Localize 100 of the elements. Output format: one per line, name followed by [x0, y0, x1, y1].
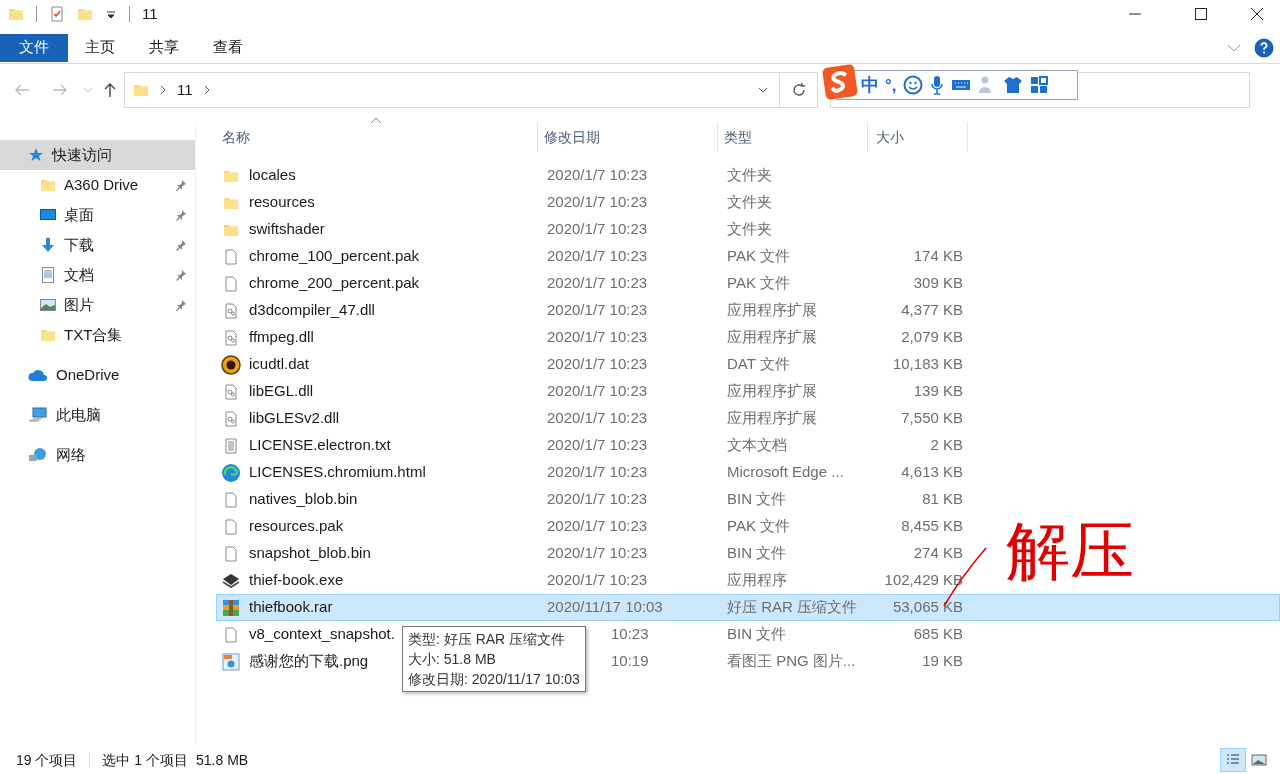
- file-icon: [223, 491, 239, 508]
- file-row[interactable]: LICENSES.chromium.html 2020/1/7 10:23 Microsoft Edge ... 4,613 KB: [216, 459, 1280, 486]
- file-row[interactable]: LICENSE.electron.txt 2020/1/7 10:23 文本文档 2 KB: [216, 432, 1280, 459]
- file-icon: [223, 518, 239, 535]
- sort-caret-icon: [370, 116, 382, 124]
- ribbon-tab[interactable]: 主页: [68, 33, 132, 62]
- file-name: libEGL.dll: [249, 381, 314, 402]
- file-name[interactable]: 感谢您的下载.png: [249, 650, 369, 673]
- star-icon: [28, 147, 44, 163]
- file-name: LICENSES.chromium.html: [249, 462, 426, 483]
- gear-file-icon: [223, 302, 239, 319]
- size-cell-text: 174 KB: [912, 246, 964, 267]
- file-row[interactable]: icudtl.dat 2020/1/7 10:23 DAT 文件 10,183 KB: [216, 351, 1280, 378]
- close-icon: [1251, 8, 1263, 20]
- logo-icon[interactable]: [822, 64, 858, 100]
- file-row[interactable]: natives_blob.bin 2020/1/7 10:23 BIN 文件 81 KB: [216, 486, 1280, 513]
- sidebar-item[interactable]: 下载: [0, 230, 195, 260]
- file-row[interactable]: swiftshader 2020/1/7 10:23 文件夹: [216, 216, 1280, 243]
- file-name: thiefbook.rar: [249, 597, 333, 618]
- file-name: LICENSE.electron.txt: [249, 435, 391, 456]
- file-icon: [223, 545, 239, 562]
- sidebar-item[interactable]: OneDrive: [0, 360, 195, 390]
- sidebar-item[interactable]: A360 Drive: [0, 170, 195, 200]
- file-name[interactable]: v8_context_snapshot.: [249, 623, 395, 646]
- caret-icon[interactable]: [105, 8, 117, 20]
- type-cell-text: 应用程序扩展: [727, 381, 817, 402]
- date-cell-text: 2020/1/7 10:23: [547, 219, 649, 240]
- file-name: locales: [249, 165, 296, 186]
- file-name: d3dcompiler_47.dll: [249, 300, 375, 321]
- file-name: resources: [249, 192, 315, 213]
- file-icon: [223, 275, 239, 292]
- sidebar-item[interactable]: 网络: [0, 440, 195, 470]
- refresh-button[interactable]: [780, 72, 818, 108]
- sidebar-item[interactable]: 文档: [0, 260, 195, 290]
- type-cell-text: BIN 文件: [727, 543, 787, 564]
- ribbon-tab[interactable]: 查看: [196, 33, 260, 62]
- breadcrumb[interactable]: 11: [177, 78, 193, 102]
- date-cell-text: 2020/1/7 10:23: [547, 381, 649, 402]
- gear-file-icon: [223, 410, 239, 427]
- shirt-icon[interactable]: [1002, 75, 1023, 95]
- date-cell-text: 2020/1/7 10:23: [547, 246, 649, 267]
- size-cell-text: 53,065 KB: [891, 597, 964, 618]
- column-header[interactable]: 名称: [216, 122, 538, 152]
- sidebar-item[interactable]: 图片: [0, 290, 195, 320]
- type-cell-text: 应用程序扩展: [727, 408, 817, 429]
- help-icon[interactable]: [1254, 37, 1274, 58]
- file-row[interactable]: resources 2020/1/7 10:23 文件夹: [216, 189, 1280, 216]
- file-name: chrome_100_percent.pak: [249, 246, 420, 267]
- file-row[interactable]: chrome_200_percent.pak 2020/1/7 10:23 PAK 文件 309 KB: [216, 270, 1280, 297]
- date-cell-text: 2020/1/7 10:23: [547, 435, 649, 456]
- file-name: libGLESv2.dll: [249, 408, 340, 429]
- column-header[interactable]: 修改日期: [538, 122, 718, 152]
- ime-punctuation[interactable]: °,: [885, 76, 897, 94]
- up-arrow-icon[interactable]: [102, 82, 118, 98]
- details-view-button[interactable]: [1220, 748, 1246, 772]
- thumbnail-icon: [1251, 752, 1267, 768]
- type-cell-text: 文件夹: [727, 165, 772, 186]
- file-row[interactable]: chrome_100_percent.pak 2020/1/7 10:23 PAK 文件 174 KB: [216, 243, 1280, 270]
- image-file-icon: [221, 651, 241, 672]
- file-name: snapshot_blob.bin: [249, 543, 371, 564]
- down-arrow-icon: [40, 237, 56, 253]
- type-cell-text: 看图王 PNG 图片...: [727, 651, 856, 672]
- type-cell-text: PAK 文件: [727, 273, 791, 294]
- size-cell-text: 2,079 KB: [900, 327, 964, 348]
- date-cell-text: 2020/1/7 10:23: [547, 408, 649, 429]
- microphone-icon[interactable]: [928, 75, 945, 95]
- file-row[interactable]: d3dcompiler_47.dll 2020/1/7 10:23 应用程序扩展 4,377 KB: [216, 297, 1280, 324]
- sidebar-item[interactable]: TXT合集: [0, 320, 195, 350]
- column-header[interactable]: 大小: [868, 122, 968, 152]
- file-row[interactable]: libGLESv2.dll 2020/1/7 10:23 应用程序扩展 7,550 KB: [216, 405, 1280, 432]
- ribbon-tab[interactable]: 共享: [132, 33, 196, 62]
- sidebar-item[interactable]: 桌面: [0, 200, 195, 230]
- date-cell-text: 2020/1/7 10:23: [547, 543, 649, 564]
- date-cell-text: 2020/1/7 10:23: [547, 165, 649, 186]
- size-cell-text: 81 KB: [921, 489, 964, 510]
- address-bar[interactable]: 11: [124, 72, 780, 108]
- landscape-icon: [40, 297, 56, 313]
- folder-icon: [40, 327, 56, 343]
- column-header[interactable]: 类型: [718, 122, 868, 152]
- ime-mode[interactable]: 中: [861, 76, 879, 94]
- keyboard-icon[interactable]: [950, 77, 971, 93]
- size-cell-text: 274 KB: [912, 543, 964, 564]
- grid-icon[interactable]: [1028, 75, 1049, 95]
- sidebar-item[interactable]: 快速访问: [0, 140, 195, 170]
- sidebar-item[interactable]: 此电脑: [0, 400, 195, 430]
- size-cell-text: 19 KB: [921, 651, 964, 672]
- refresh-icon: [790, 82, 807, 98]
- file-row[interactable]: thiefbook.rar 2020/11/17 10:03 好压 RAR 压缩文件 53,065 KB: [216, 594, 1280, 621]
- document-icon: [40, 267, 56, 283]
- file-row[interactable]: libEGL.dll 2020/1/7 10:23 应用程序扩展 139 KB: [216, 378, 1280, 405]
- file-row[interactable]: ffmpeg.dll 2020/1/7 10:23 应用程序扩展 2,079 KB: [216, 324, 1280, 351]
- file-name: swiftshader: [249, 219, 325, 240]
- file-tab[interactable]: 文件: [0, 33, 68, 62]
- text-file-icon: [223, 437, 239, 454]
- folder-icon: [77, 6, 93, 22]
- date-cell-text: 2020/1/7 10:23: [547, 489, 649, 510]
- smiley-icon[interactable]: [902, 75, 923, 95]
- file-row[interactable]: locales 2020/1/7 10:23 文件夹: [216, 162, 1280, 189]
- size-cell-text: 8,455 KB: [900, 516, 964, 537]
- checkmark-file-icon: [49, 6, 65, 22]
